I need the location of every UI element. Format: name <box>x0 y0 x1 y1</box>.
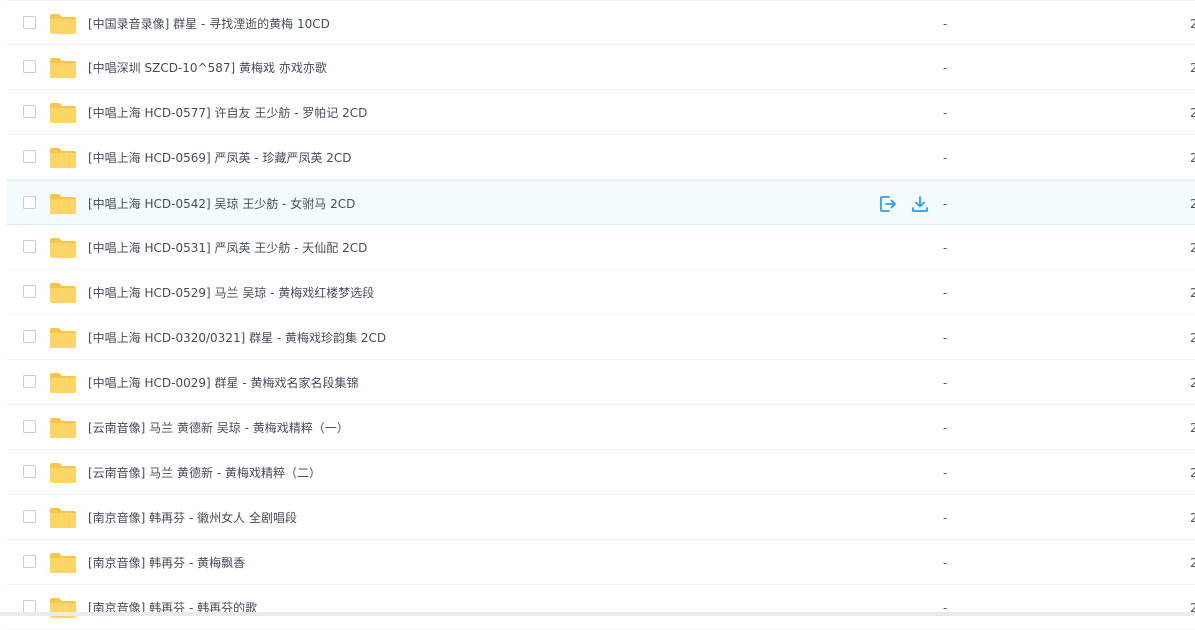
file-size: - <box>943 197 948 211</box>
row-checkbox[interactable] <box>23 240 36 253</box>
file-size: - <box>943 17 948 31</box>
file-size: - <box>943 61 948 75</box>
folder-icon[interactable] <box>49 147 77 169</box>
row-checkbox[interactable] <box>23 105 36 118</box>
file-row[interactable]: [中国录音录像] 群星 - 寻找湮逝的黄梅 10CD - 2 <box>7 0 1195 45</box>
modified-date-clipped: 2 <box>1190 241 1195 255</box>
folder-icon[interactable] <box>49 372 77 394</box>
file-name-link[interactable]: [云南音像] 马兰 黄德新 - 黄梅戏精粹（二） <box>88 465 321 481</box>
row-checkbox[interactable] <box>23 375 36 388</box>
folder-icon[interactable] <box>49 237 77 259</box>
file-name-link[interactable]: [中唱上海 HCD-0577] 许自友 王少舫 - 罗帕记 2CD <box>88 105 367 121</box>
row-checkbox[interactable] <box>23 330 36 343</box>
file-name-link[interactable]: [中唱上海 HCD-0542] 吴琼 王少舫 - 女驸马 2CD <box>88 196 355 212</box>
modified-date-clipped: 2 <box>1190 556 1195 570</box>
file-size: - <box>943 151 948 165</box>
modified-date-clipped: 2 <box>1190 376 1195 390</box>
file-size: - <box>943 376 948 390</box>
file-row[interactable]: [云南音像] 马兰 黄德新 吴琼 - 黄梅戏精粹（一） - 2 <box>7 405 1195 450</box>
row-checkbox[interactable] <box>23 196 36 209</box>
file-row[interactable]: [南京音像] 韩再芬 - 黄梅飘香 - 2 <box>7 540 1195 585</box>
file-row[interactable]: [中唱深圳 SZCD-10^587] 黄梅戏 亦戏亦歌 - 2 <box>7 45 1195 90</box>
file-row[interactable]: [中唱上海 HCD-0320/0321] 群星 - 黄梅戏珍韵集 2CD - 2 <box>7 315 1195 360</box>
folder-icon[interactable] <box>49 552 77 574</box>
row-checkbox[interactable] <box>23 420 36 433</box>
row-checkbox[interactable] <box>23 510 36 523</box>
folder-icon[interactable] <box>49 327 77 349</box>
modified-date-clipped: 2 <box>1190 151 1195 165</box>
modified-date-clipped: 2 <box>1190 197 1195 211</box>
file-size: - <box>943 421 948 435</box>
file-row[interactable]: [云南音像] 马兰 黄德新 - 黄梅戏精粹（二） - 2 <box>7 450 1195 495</box>
folder-icon[interactable] <box>49 462 77 484</box>
row-checkbox[interactable] <box>23 285 36 298</box>
modified-date-clipped: 2 <box>1190 466 1195 480</box>
file-size: - <box>943 331 948 345</box>
folder-icon[interactable] <box>49 417 77 439</box>
file-row[interactable]: [中唱上海 HCD-0529] 马兰 吴琼 - 黄梅戏红楼梦选段 - 2 <box>7 270 1195 315</box>
file-size: - <box>943 286 948 300</box>
file-size: - <box>943 511 948 525</box>
file-row[interactable]: [中唱上海 HCD-0542] 吴琼 王少舫 - 女驸马 2CD - 2 <box>7 180 1195 225</box>
folder-icon[interactable] <box>49 57 77 79</box>
folder-icon[interactable] <box>49 193 77 215</box>
folder-icon[interactable] <box>49 13 77 35</box>
row-checkbox[interactable] <box>23 465 36 478</box>
file-name-link[interactable]: [中唱上海 HCD-0569] 严凤英 - 珍藏严凤英 2CD <box>88 150 352 166</box>
file-list: [中国录音录像] 群星 - 寻找湮逝的黄梅 10CD -2 [中唱深圳 SZCD-1… <box>7 0 1195 630</box>
file-name-link[interactable]: [中唱上海 HCD-0531] 严凤英 王少舫 - 天仙配 2CD <box>88 240 367 256</box>
file-row[interactable]: [中唱上海 HCD-0569] 严凤英 - 珍藏严凤英 2CD - 2 <box>7 135 1195 180</box>
row-checkbox[interactable] <box>23 16 36 29</box>
folder-icon[interactable] <box>49 282 77 304</box>
file-row[interactable]: [中唱上海 HCD-0577] 许自友 王少舫 - 罗帕记 2CD - 2 <box>7 90 1195 135</box>
file-row[interactable]: [中唱上海 HCD-0029] 群星 - 黄梅戏名家名段集锦 - 2 <box>7 360 1195 405</box>
row-checkbox[interactable] <box>23 60 36 73</box>
horizontal-scrollbar[interactable] <box>0 612 1195 616</box>
file-name-link[interactable]: [南京音像] 韩再芬 - 黄梅飘香 <box>88 555 245 571</box>
folder-icon[interactable] <box>49 102 77 124</box>
modified-date-clipped: 2 <box>1190 331 1195 345</box>
file-size: - <box>943 106 948 120</box>
row-checkbox[interactable] <box>23 150 36 163</box>
modified-date-clipped: 2 <box>1190 106 1195 120</box>
file-name-link[interactable]: [中唱上海 HCD-0029] 群星 - 黄梅戏名家名段集锦 <box>88 375 358 391</box>
modified-date-clipped: 2 <box>1190 286 1195 300</box>
file-name-link[interactable]: [中唱上海 HCD-0320/0321] 群星 - 黄梅戏珍韵集 2CD <box>88 330 386 346</box>
file-name-link[interactable]: [中唱上海 HCD-0529] 马兰 吴琼 - 黄梅戏红楼梦选段 <box>88 285 374 301</box>
file-size: - <box>943 466 948 480</box>
file-name-link[interactable]: [中唱深圳 SZCD-10^587] 黄梅戏 亦戏亦歌 <box>88 60 327 76</box>
file-row[interactable]: [南京音像] 韩再芬 - 徽州女人 全剧唱段 - 2 <box>7 495 1195 540</box>
file-row[interactable]: [南京音像] 韩再芬 - 韩再芬的歌 -2 <box>7 585 1195 630</box>
download-icon[interactable] <box>910 194 930 214</box>
modified-date-clipped: 2 <box>1190 17 1195 31</box>
modified-date-clipped: 2 <box>1190 61 1195 75</box>
share-icon[interactable] <box>878 194 898 214</box>
row-checkbox[interactable] <box>23 555 36 568</box>
file-size: - <box>943 241 948 255</box>
file-row[interactable]: [中唱上海 HCD-0531] 严凤英 王少舫 - 天仙配 2CD - 2 <box>7 225 1195 270</box>
modified-date-clipped: 2 <box>1190 421 1195 435</box>
modified-date-clipped: 2 <box>1190 511 1195 525</box>
file-name-link[interactable]: [云南音像] 马兰 黄德新 吴琼 - 黄梅戏精粹（一） <box>88 420 349 436</box>
folder-icon[interactable] <box>49 507 77 529</box>
file-name-link[interactable]: [中国录音录像] 群星 - 寻找湮逝的黄梅 10CD <box>88 16 330 32</box>
file-name-link[interactable]: [南京音像] 韩再芬 - 徽州女人 全剧唱段 <box>88 510 297 526</box>
file-size: - <box>943 556 948 570</box>
